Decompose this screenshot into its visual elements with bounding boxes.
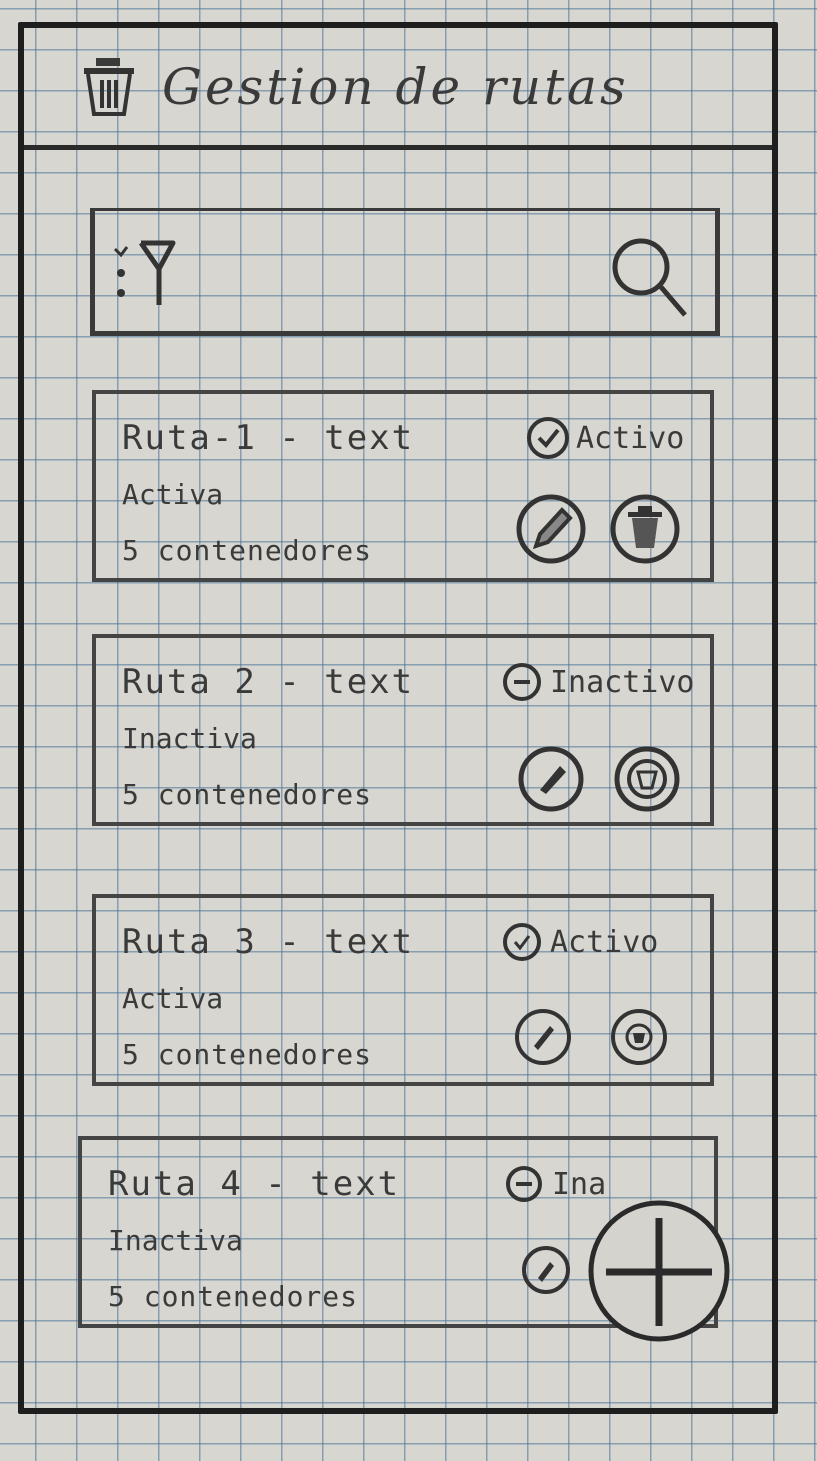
phone-frame: Gestion de rutas Ruta-1 - text Activa 5 …: [18, 22, 778, 1414]
route-card[interactable]: Ruta-1 - text Activa 5 contenedores Acti…: [92, 390, 714, 582]
page-title: Gestion de rutas: [162, 57, 629, 116]
delete-button[interactable]: [602, 1000, 676, 1074]
search-bar[interactable]: [90, 208, 720, 336]
route-container-count: 5 contenedores: [122, 778, 373, 811]
route-state-toggle[interactable]: Activo: [500, 920, 658, 964]
search-icon[interactable]: [609, 235, 689, 319]
route-container-count: 5 contenedores: [108, 1280, 359, 1313]
minus-circle-icon[interactable]: [500, 660, 544, 704]
route-state-label: Inactivo: [550, 664, 695, 700]
route-name: Ruta 2 - text: [122, 662, 415, 702]
route-status: Inactiva: [108, 1224, 243, 1257]
route-name: Ruta 4 - text: [108, 1164, 401, 1204]
filter-icon[interactable]: [109, 235, 179, 309]
route-name: Ruta-1 - text: [122, 418, 415, 458]
route-state-toggle[interactable]: Inactivo: [500, 660, 695, 704]
route-card[interactable]: Ruta 2 - text Inactiva 5 contenedores In…: [92, 634, 714, 826]
route-status: Activa: [122, 478, 224, 511]
add-route-button[interactable]: [584, 1196, 734, 1346]
edit-button[interactable]: [518, 1242, 574, 1298]
check-circle-icon[interactable]: [526, 416, 570, 460]
route-card[interactable]: Ruta 3 - text Activa 5 contenedores Acti…: [92, 894, 714, 1086]
route-state-label: Activo: [550, 924, 659, 960]
route-status: Activa: [122, 982, 224, 1015]
check-circle-icon[interactable]: [500, 920, 544, 964]
route-container-count: 5 contenedores: [122, 1038, 373, 1071]
app-header: Gestion de rutas: [24, 28, 772, 150]
route-status: Inactiva: [122, 722, 257, 755]
edit-button[interactable]: [514, 742, 588, 816]
edit-button[interactable]: [514, 492, 588, 566]
route-name: Ruta 3 - text: [122, 922, 415, 962]
minus-circle-icon[interactable]: [502, 1162, 546, 1206]
edit-button[interactable]: [506, 1000, 580, 1074]
route-state-toggle[interactable]: Activo: [526, 416, 684, 460]
route-container-count: 5 contenedores: [122, 534, 373, 567]
delete-button[interactable]: [610, 742, 684, 816]
delete-button[interactable]: [608, 492, 682, 566]
route-state-label: Activo: [576, 420, 685, 456]
trash-icon: [84, 57, 134, 116]
